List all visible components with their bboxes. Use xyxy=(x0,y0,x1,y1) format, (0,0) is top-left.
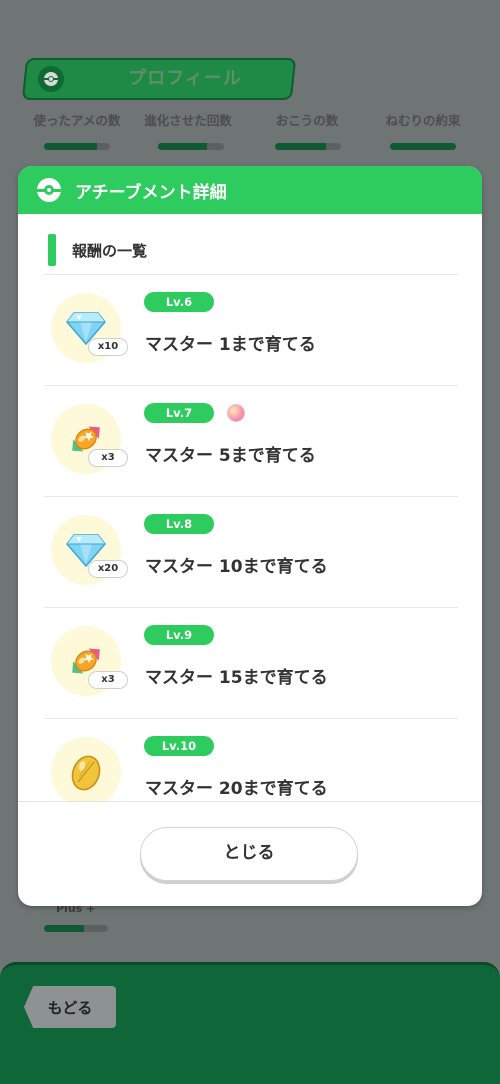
reward-icon-circle xyxy=(51,737,121,801)
quantity-badge: x10 xyxy=(88,338,128,356)
plus-progress-fill xyxy=(44,925,84,932)
stat-fill xyxy=(158,143,207,150)
stat-label-evolutions: 進化させた回数 xyxy=(144,113,232,128)
pokeball-icon xyxy=(38,66,64,92)
reward-description: マスター 15まで育てる xyxy=(145,668,328,688)
reward-row: x3 Lv.7 マスター 5まで育てる xyxy=(44,387,458,497)
back-button[interactable]: もどる xyxy=(24,986,116,1028)
reward-row: Lv.10 マスター 20まで育てる xyxy=(44,720,458,801)
reward-row: x20 Lv.8 マスター 10まで育てる xyxy=(44,498,458,608)
quantity-badge: x3 xyxy=(88,671,128,689)
reward-description: マスター 20まで育てる xyxy=(145,779,328,799)
level-badge: Lv.6 xyxy=(144,292,214,312)
profile-title: プロフィール xyxy=(128,68,242,89)
stat-label-incense: おこうの数 xyxy=(275,113,339,128)
reward-row: x10 Lv.6 マスター 1まで育てる xyxy=(44,276,458,386)
level-badge: Lv.10 xyxy=(144,736,214,756)
achievement-detail-modal: アチーブメント詳細 報酬の一覧 x10 Lv.6 マスター 1まで育てる x3 … xyxy=(18,166,482,906)
stat-bar-evolutions xyxy=(158,143,224,150)
pokeball-icon xyxy=(37,178,61,202)
stat-fill xyxy=(390,143,456,150)
stat-label-sleep-promise: ねむりの約束 xyxy=(385,113,461,128)
section-accent-bar xyxy=(48,234,56,266)
reward-description: マスター 10まで育てる xyxy=(145,557,328,577)
modal-title: アチーブメント詳細 xyxy=(75,182,227,203)
plus-progress-bar xyxy=(44,925,108,932)
section-title: 報酬の一覧 xyxy=(72,241,148,260)
quantity-badge: x20 xyxy=(88,560,128,578)
reward-row: x3 Lv.9 マスター 15まで育てる xyxy=(44,609,458,719)
quantity-badge: x3 xyxy=(88,449,128,467)
stat-label-candies-used: 使ったアメの数 xyxy=(33,113,121,128)
stat-bar-candies-used xyxy=(44,143,110,150)
stat-fill xyxy=(275,143,327,150)
close-button[interactable]: とじる xyxy=(140,827,358,881)
stat-bar-incense xyxy=(275,143,341,150)
reward-description: マスター 5まで育てる xyxy=(145,446,316,466)
stat-bar-sleep-promise xyxy=(390,143,456,150)
modal-header: アチーブメント詳細 xyxy=(18,166,482,214)
candy-dot-icon xyxy=(227,404,245,422)
divider xyxy=(44,274,458,275)
section-header: 報酬の一覧 xyxy=(48,234,147,266)
level-badge: Lv.9 xyxy=(144,625,214,645)
stat-fill xyxy=(44,143,97,150)
level-badge: Lv.7 xyxy=(144,403,214,423)
reward-description: マスター 1まで育てる xyxy=(145,335,316,355)
divider xyxy=(18,801,482,802)
level-badge: Lv.8 xyxy=(144,514,214,534)
seed-icon xyxy=(71,755,101,791)
reward-list[interactable]: x10 Lv.6 マスター 1まで育てる x3 Lv.7 マスター 5まで育てる… xyxy=(18,276,482,801)
